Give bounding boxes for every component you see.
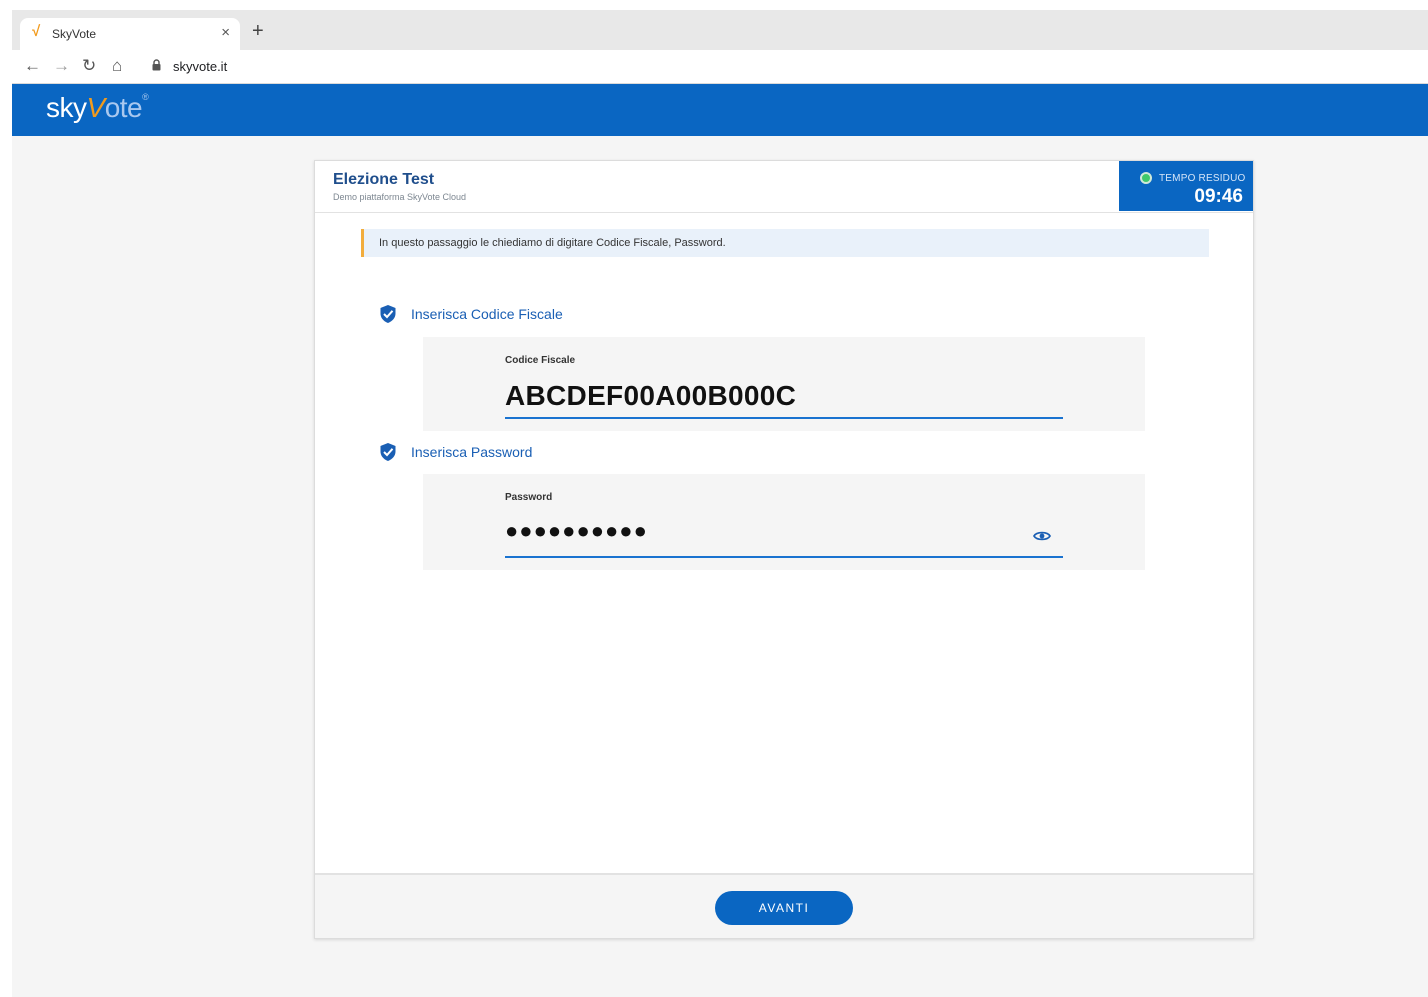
codice-fiscale-field-box[interactable]: Codice Fiscale ABCDEF00A00B000C: [423, 337, 1145, 431]
password-input[interactable]: ●●●●●●●●●●: [505, 518, 648, 544]
codice-fiscale-label: Codice Fiscale: [505, 355, 576, 366]
logo-text-ote: ote: [104, 92, 143, 123]
forward-arrow-icon[interactable]: →: [53, 56, 70, 76]
url-field[interactable]: skyvote.it: [173, 59, 227, 74]
info-message-bar: In questo passaggio le chiediamo di digi…: [361, 229, 1209, 257]
step-label-codice-fiscale: Inserisca Codice Fiscale: [411, 306, 563, 322]
password-underline: [505, 556, 1063, 558]
skyvote-favicon-icon: √: [32, 23, 41, 40]
remaining-time-panel: TEMPO RESIDUO 09:46: [1119, 161, 1253, 211]
election-title: Elezione Test: [333, 171, 435, 188]
shield-check-icon: [380, 443, 396, 461]
logo-text-v: V: [86, 92, 106, 123]
lock-icon: [152, 59, 161, 71]
browser-tabstrip: √ SkyVote × +: [12, 10, 1428, 50]
logo-registered-mark: ®: [142, 92, 149, 102]
status-dot-icon: [1140, 172, 1152, 184]
back-arrow-icon[interactable]: ←: [24, 56, 41, 76]
page-background: √ SkyVote × + ← → ↻ ⌂ skyvote.it skyVote…: [12, 10, 1428, 997]
codice-fiscale-input[interactable]: ABCDEF00A00B000C: [505, 380, 796, 412]
tab-title: SkyVote: [52, 27, 97, 41]
avanti-button[interactable]: AVANTI: [715, 891, 853, 925]
shield-check-icon: [380, 305, 396, 323]
app-header: skyVote®: [12, 84, 1428, 136]
card-footer: AVANTI: [315, 873, 1253, 938]
browser-tab[interactable]: √ SkyVote ×: [20, 18, 240, 50]
eye-icon[interactable]: [1033, 529, 1051, 543]
timer-value: 09:46: [1194, 186, 1243, 207]
info-message: In questo passaggio le chiediamo di digi…: [379, 237, 726, 249]
password-field-box[interactable]: Password ●●●●●●●●●●: [423, 474, 1145, 570]
reload-icon[interactable]: ↻: [82, 56, 96, 76]
election-subtitle: Demo piattaforma SkyVote Cloud: [333, 192, 467, 202]
step-label-password: Inserisca Password: [411, 444, 533, 460]
password-label: Password: [505, 492, 553, 503]
skyvote-logo: skyVote®: [46, 92, 149, 124]
codice-fiscale-underline: [505, 417, 1063, 419]
logo-text-sky: sky: [46, 92, 87, 123]
timer-label: TEMPO RESIDUO: [1159, 173, 1246, 184]
card-header: Elezione Test Demo piattaforma SkyVote C…: [315, 161, 1253, 213]
home-icon[interactable]: ⌂: [112, 56, 122, 76]
browser-addressbar: ← → ↻ ⌂ skyvote.it: [12, 50, 1428, 84]
new-tab-icon[interactable]: +: [252, 21, 264, 41]
close-tab-icon[interactable]: ×: [221, 24, 230, 41]
voting-card: Elezione Test Demo piattaforma SkyVote C…: [314, 160, 1254, 939]
